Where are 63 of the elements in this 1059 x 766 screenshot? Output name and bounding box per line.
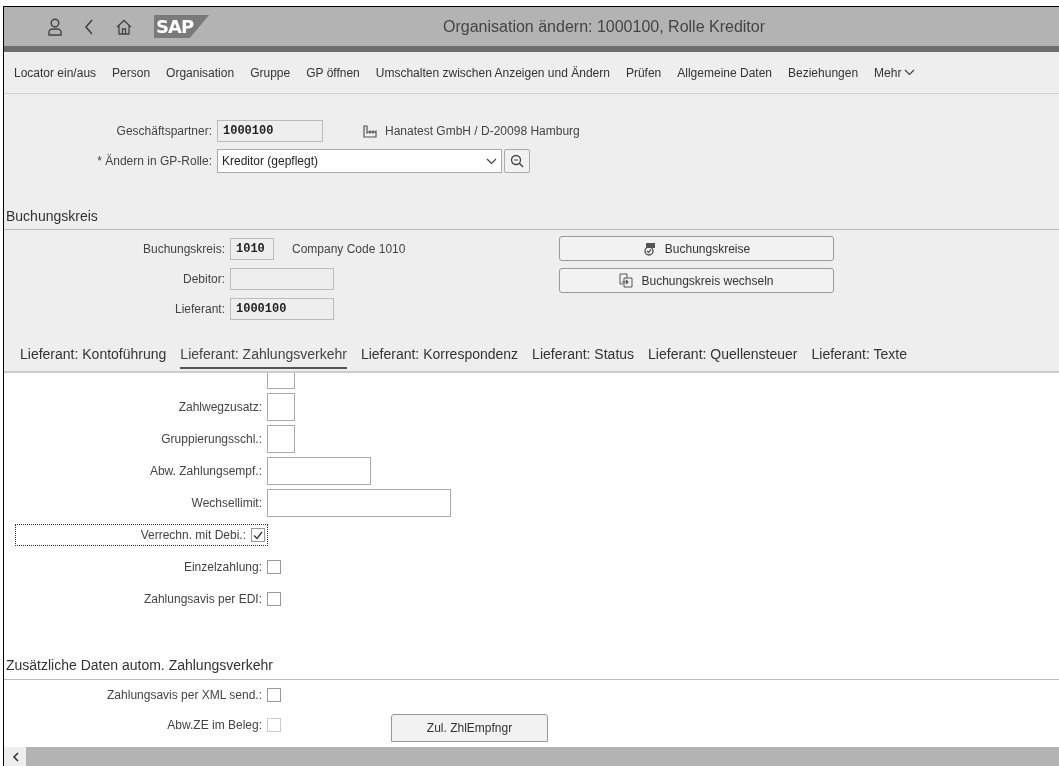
menu-item[interactable]: Beziehungen xyxy=(782,65,869,80)
checkbox[interactable] xyxy=(267,592,281,606)
field-description: Company Code 1010 xyxy=(292,242,406,256)
switch-icon xyxy=(619,273,634,288)
tab[interactable]: Lieferant: Status xyxy=(532,346,635,369)
field-label: * Ändern in GP-Rolle: xyxy=(96,154,212,168)
menu-item[interactable]: Umschalten zwischen Anzeigen und Ändern xyxy=(369,65,620,80)
tab[interactable]: Lieferant: Kontoführung xyxy=(20,346,167,369)
readonly-field: 1000100 xyxy=(230,298,334,320)
field-label: Einzelzahlung: xyxy=(182,559,262,576)
menu-item[interactable]: Organisation xyxy=(160,65,245,80)
field-label: Zahlungsavis per EDI: xyxy=(142,591,262,608)
field-label: Lieferant: xyxy=(173,302,225,316)
window-title: Organisation ändern: 1000100, Rolle Kreditor xyxy=(442,17,767,36)
input-field[interactable] xyxy=(267,489,451,517)
menu-item[interactable]: Mehr xyxy=(868,65,926,80)
back-icon[interactable] xyxy=(84,18,94,35)
home-icon[interactable] xyxy=(116,18,132,35)
sap-logo[interactable]: SAP xyxy=(154,15,210,38)
check-icon xyxy=(253,530,263,540)
readonly-field: 1010 xyxy=(230,238,274,260)
chevron-down-icon xyxy=(904,69,916,76)
field-label: Wechsellimit: xyxy=(190,495,262,512)
field-label: Abw.ZE im Beleg: xyxy=(166,718,262,732)
factory-icon xyxy=(363,124,377,138)
menu-item[interactable]: Prüfen xyxy=(619,65,672,80)
input-field[interactable] xyxy=(267,393,295,421)
company-code-button[interactable]: Buchungskreis wechseln xyxy=(559,268,834,293)
menu-item[interactable]: Allgemeine Daten xyxy=(671,65,782,80)
tab[interactable]: Lieferant: Quellensteuer xyxy=(648,346,798,369)
field-label: Zahlwegzusatz: xyxy=(177,399,262,416)
payee-button[interactable]: Zul. ZhlEmpfngr xyxy=(391,714,548,742)
stamp-icon xyxy=(642,241,657,256)
partner-name: Hanatest GmbH / D-20098 Hamburg xyxy=(385,124,580,138)
tab[interactable]: Lieferant: Texte xyxy=(811,346,907,369)
field-label: Abw. Zahlungsempf.: xyxy=(148,463,262,480)
checkbox[interactable] xyxy=(251,528,265,542)
section-title: Zusätzliche Daten autom. Zahlungsverkehr xyxy=(4,657,1059,680)
search-button[interactable] xyxy=(504,149,530,173)
field-label: Buchungskreis: xyxy=(141,242,225,256)
tab[interactable]: Lieferant: Korrespondenz xyxy=(360,346,519,369)
field-label: Verrechn. mit Debi.: xyxy=(139,527,246,544)
section-title: Buchungskreis xyxy=(4,200,1059,230)
input-field[interactable] xyxy=(267,457,371,485)
role-dropdown[interactable]: Kreditor (gepflegt) xyxy=(217,149,502,173)
user-icon[interactable] xyxy=(48,17,62,36)
company-code-button[interactable]: Buchungskreise xyxy=(559,236,834,261)
field-label: Geschäftspartner: xyxy=(115,124,212,138)
field-label: Debitor: xyxy=(181,272,225,286)
search-icon xyxy=(510,154,524,168)
menu-item[interactable]: Person xyxy=(106,65,161,80)
checkbox[interactable] xyxy=(267,560,281,574)
field-label: Zahlungsavis per XML send.: xyxy=(106,688,262,702)
tab[interactable]: Lieferant: Zahlungsverkehr xyxy=(180,346,347,369)
menu-item[interactable]: GP öffnen xyxy=(300,65,370,80)
input-field[interactable] xyxy=(267,425,295,453)
field-label: Gruppierungsschl.: xyxy=(160,431,262,448)
menu-item[interactable]: Locator ein/aus xyxy=(8,65,107,80)
partner-field: 1000100 xyxy=(217,120,323,142)
checkbox[interactable] xyxy=(267,688,281,702)
scroll-left-icon[interactable] xyxy=(11,752,19,762)
menu-item[interactable]: Gruppe xyxy=(244,65,301,80)
chevron-down-icon xyxy=(486,157,497,165)
